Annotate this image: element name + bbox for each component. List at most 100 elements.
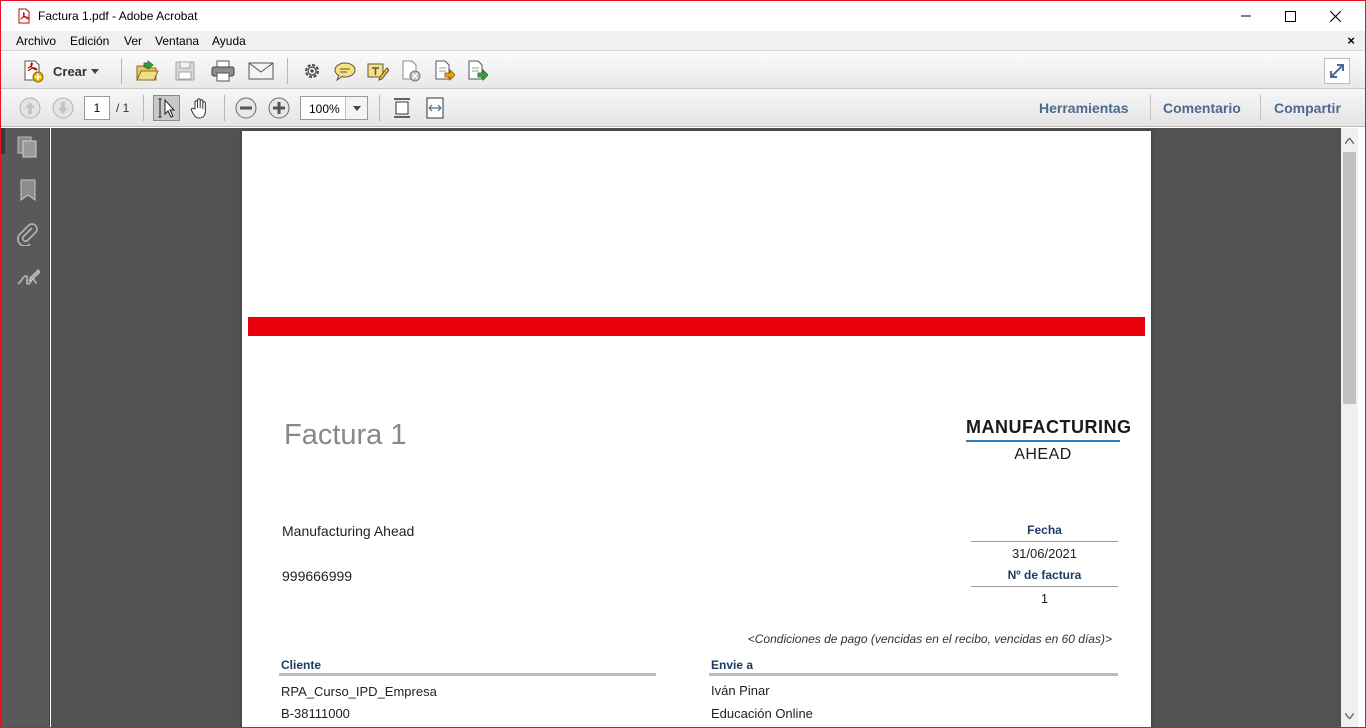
scroll-up-button[interactable] [1341, 132, 1358, 149]
scroll-down-button[interactable] [1341, 707, 1358, 724]
menu-bar: Archivo Edición Ver Ventana Ayuda × [1, 31, 1365, 51]
attachments-paperclip-icon[interactable] [16, 222, 40, 246]
menu-ver[interactable]: Ver [124, 34, 142, 48]
menu-ayuda[interactable]: Ayuda [212, 34, 246, 48]
page-total: / 1 [116, 101, 130, 115]
share-pane-link[interactable]: Compartir [1274, 100, 1341, 116]
company-logo: MANUFACTURING AHEAD [966, 417, 1132, 464]
print-button[interactable] [210, 58, 236, 84]
main-toolbar: Crear [1, 52, 1365, 89]
email-button[interactable] [247, 58, 275, 84]
comment-pane-link[interactable]: Comentario [1163, 100, 1241, 116]
fit-width-button[interactable] [423, 95, 447, 121]
chevron-down-icon [1345, 712, 1354, 719]
invoice-number-value: 1 [1040, 591, 1049, 606]
close-icon [1329, 10, 1341, 22]
toolbar-separator [379, 95, 380, 121]
ship-to-label: Envie a [711, 658, 754, 672]
next-page-button[interactable] [51, 96, 75, 120]
document-view: Factura 1 MANUFACTURING AHEAD Manufactur… [51, 128, 1341, 727]
link-separator [1260, 95, 1261, 121]
menu-ventana[interactable]: Ventana [155, 34, 199, 48]
scroll-thumb[interactable] [1343, 152, 1356, 404]
bookmarks-icon[interactable] [16, 178, 40, 202]
share-button[interactable] [464, 58, 490, 84]
close-document-button[interactable]: × [1347, 33, 1355, 48]
scroll-mode-button[interactable] [390, 95, 414, 121]
signatures-icon[interactable] [16, 266, 40, 290]
toolbar-separator [121, 58, 122, 84]
zoom-out-icon [235, 97, 257, 119]
chevron-down-icon [91, 69, 99, 74]
header-red-band [248, 317, 1145, 336]
toolbar-separator [224, 95, 225, 121]
close-window-button[interactable] [1312, 1, 1358, 31]
zoom-dropdown-button[interactable] [345, 97, 367, 119]
vertical-scrollbar[interactable] [1341, 128, 1358, 727]
delete-comment-button[interactable] [398, 58, 424, 84]
share-document-icon [468, 60, 488, 81]
open-folder-icon [136, 60, 159, 81]
maximize-button[interactable] [1267, 1, 1313, 31]
fit-page-scroll-icon [394, 98, 410, 118]
zoom-in-button[interactable] [267, 96, 291, 120]
page-number-input[interactable]: 1 [84, 96, 110, 120]
window-title: Factura 1.pdf - Adobe Acrobat [38, 9, 198, 23]
link-separator [1150, 95, 1151, 121]
tools-pane-link[interactable]: Herramientas [1039, 100, 1129, 116]
menu-edicion[interactable]: Edición [70, 34, 109, 48]
logo-text-top: MANUFACTURING [966, 417, 1132, 437]
minimize-button[interactable] [1223, 1, 1269, 31]
pdf-page: Factura 1 MANUFACTURING AHEAD Manufactur… [242, 131, 1151, 727]
expand-icon [1330, 64, 1344, 78]
highlight-pen-icon [367, 63, 389, 81]
toolbar-separator [143, 95, 144, 121]
email-icon [248, 62, 274, 80]
ship-to-line: Educación Online [711, 706, 813, 721]
toolbar-separator [287, 58, 288, 84]
export-button[interactable] [431, 58, 457, 84]
invoice-title: Factura 1 [284, 419, 407, 451]
invoice-number-underline [971, 586, 1118, 587]
client-line: B-38111000 [281, 706, 350, 721]
logo-underline [966, 440, 1120, 442]
comment-bubble-icon [334, 62, 356, 81]
select-cursor-icon [158, 98, 175, 118]
chevron-up-icon [1345, 137, 1354, 144]
highlight-button[interactable] [365, 58, 391, 84]
page-thumbnails-icon[interactable] [16, 135, 40, 159]
minimize-icon [1241, 15, 1251, 17]
open-button[interactable] [134, 58, 160, 84]
company-phone: 999666999 [282, 568, 353, 584]
hand-tool-button[interactable] [187, 95, 213, 121]
pdf-file-icon [18, 8, 30, 24]
pane-accent [1, 128, 5, 154]
arrow-down-icon [52, 97, 74, 119]
zoom-out-button[interactable] [234, 96, 258, 120]
comment-button[interactable] [332, 58, 358, 84]
menu-archivo[interactable]: Archivo [16, 34, 56, 48]
payment-terms: <Condiciones de pago (vencidas en el rec… [747, 632, 1112, 646]
navigation-toolbar: 1 / 1 100% Herramientas Comentario Compa… [1, 89, 1365, 127]
print-icon [211, 60, 235, 82]
save-icon [175, 61, 195, 81]
title-bar: Factura 1.pdf - Adobe Acrobat [1, 1, 1365, 31]
delete-comment-icon [402, 60, 421, 82]
fit-width-icon [426, 97, 444, 119]
create-pdf-icon [24, 60, 44, 83]
zoom-select[interactable]: 100% [300, 96, 368, 120]
previous-page-button[interactable] [18, 96, 42, 120]
window-edge [1358, 128, 1365, 727]
date-value: 31/06/2021 [1011, 546, 1078, 561]
logo-text-bottom: AHEAD [1014, 446, 1072, 463]
create-button[interactable]: Crear [19, 58, 101, 84]
zoom-value: 100% [309, 102, 340, 116]
settings-button[interactable] [299, 58, 325, 84]
company-name: Manufacturing Ahead [282, 523, 415, 539]
save-button[interactable] [172, 58, 198, 84]
full-screen-button[interactable] [1324, 58, 1350, 84]
arrow-up-icon [19, 97, 41, 119]
select-tool-button[interactable] [153, 95, 180, 121]
invoice-number-label: Nº de factura [1007, 568, 1082, 582]
date-underline [971, 541, 1118, 542]
